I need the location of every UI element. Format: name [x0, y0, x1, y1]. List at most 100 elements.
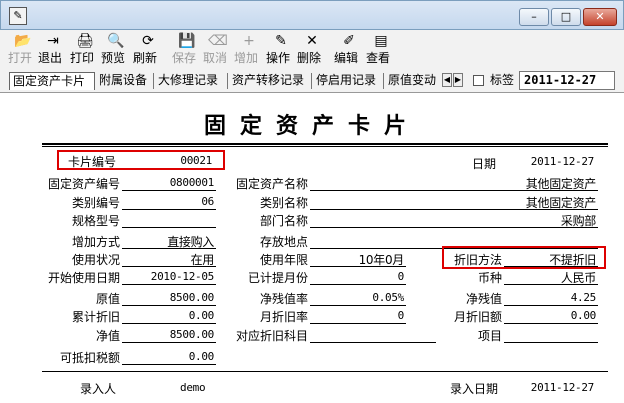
card-no-highlight	[57, 150, 225, 170]
preview-button[interactable]: 🔍 预览	[101, 32, 131, 68]
field-underline	[310, 284, 406, 285]
field-underline	[504, 284, 598, 285]
category-name-label: 类别名称	[259, 196, 308, 210]
tab-scroll-left-icon[interactable]: ◀	[442, 73, 452, 87]
cancel-icon: ⌫	[208, 33, 228, 49]
tag-label: 标签	[490, 73, 515, 87]
field-underline	[122, 209, 216, 210]
field-underline	[310, 266, 406, 267]
field-underline	[122, 266, 216, 267]
accum-depr-label: 累计折旧	[71, 310, 120, 324]
field-underline	[504, 342, 598, 343]
field-underline	[122, 248, 216, 249]
refresh-button[interactable]: ⟳ 刷新	[133, 32, 163, 68]
usage-status-label: 使用状况	[71, 253, 120, 267]
asset-name-label: 固定资产名称	[235, 177, 308, 191]
salvage-value-label: 净残值	[465, 292, 502, 306]
field-underline	[122, 342, 216, 343]
location-label: 存放地点	[259, 235, 308, 249]
print-button[interactable]: 🖨 打印	[70, 32, 100, 68]
net-value-label: 净值	[95, 329, 120, 343]
toolbar: 📂 打开 ⇥ 退出 🖨 打印 🔍 预览 ⟳ 刷新 💾 保存 ⌫ 取消 + 增加 ✎ 操作 ✕ 删除 …	[0, 30, 624, 70]
title-bar: ✎ – □ ✕	[0, 0, 624, 30]
tab-separator	[153, 73, 154, 89]
net-value-value: 8500.00	[169, 328, 215, 341]
field-underline	[122, 284, 216, 285]
start-date-label: 开始使用日期	[47, 271, 120, 285]
salvage-rate-value: 0.05%	[372, 291, 404, 304]
depr-account-label: 对应折旧科目	[235, 329, 308, 343]
monthly-depr-rate-value: 0	[397, 309, 405, 322]
accum-depr-value: 0.00	[188, 309, 215, 322]
asset-code-value: 0800001	[169, 176, 215, 189]
tag-checkbox[interactable]	[473, 75, 484, 86]
field-underline	[122, 190, 216, 191]
entry-date-value: 2011-12-27	[530, 381, 595, 394]
field-underline	[122, 305, 216, 306]
monthly-depr-label: 月折旧额	[453, 310, 502, 324]
field-underline	[504, 305, 598, 306]
date-label: 日期	[472, 157, 497, 171]
app-icon: ✎	[9, 7, 27, 25]
top-rule-thin	[42, 146, 608, 147]
tab-attached-equipment[interactable]: 附属设备	[96, 72, 151, 90]
view-button[interactable]: ▤ 查看	[366, 32, 396, 68]
tab-asset-card[interactable]: 固定资产卡片	[9, 72, 95, 90]
field-underline	[122, 227, 216, 228]
salvage-value-value: 4.25	[570, 291, 597, 304]
tab-stop-start[interactable]: 停启用记录	[313, 72, 383, 90]
cancel-button[interactable]: ⌫ 取消	[203, 32, 233, 68]
monthly-depr-rate-label: 月折旧率	[259, 310, 308, 324]
exit-icon: ⇥	[47, 33, 59, 49]
edit-button[interactable]: ✐ 编辑	[334, 32, 364, 68]
category-code-value: 06	[201, 195, 214, 208]
field-underline	[310, 342, 436, 343]
project-label: 项目	[477, 329, 502, 343]
edit-icon: ✐	[343, 33, 355, 49]
tab-overhaul[interactable]: 大修理记录	[155, 72, 225, 90]
exit-button[interactable]: ⇥ 退出	[38, 32, 68, 68]
preview-icon: 🔍	[107, 33, 125, 49]
salvage-rate-label: 净残值率	[259, 292, 308, 306]
start-date-value: 2010-12-05	[150, 270, 215, 283]
original-value-value: 8500.00	[169, 291, 215, 304]
field-underline	[310, 305, 406, 306]
monthly-depr-value: 0.00	[570, 309, 597, 322]
asset-code-label: 固定资产编号	[47, 177, 120, 191]
open-button[interactable]: 📂 打开	[8, 32, 38, 68]
bottom-rule	[42, 371, 608, 372]
months-depr-label: 已计提月份	[247, 271, 308, 285]
pencil-icon: ✎	[275, 33, 287, 49]
save-button[interactable]: 💾 保存	[172, 32, 202, 68]
save-icon: 💾	[178, 33, 196, 49]
delete-icon: ✕	[306, 33, 318, 49]
depr-method-highlight	[442, 246, 606, 269]
card-title: 固定资产卡片	[203, 113, 420, 139]
deductible-tax-label: 可抵扣税额	[59, 351, 120, 365]
maximize-button[interactable]: □	[551, 8, 581, 26]
tab-separator	[227, 73, 228, 89]
refresh-icon: ⟳	[142, 33, 154, 49]
date-value: 2011-12-27	[530, 155, 595, 168]
deductible-tax-value: 0.00	[188, 350, 215, 363]
tab-transfer[interactable]: 资产转移记录	[229, 72, 309, 90]
entry-date-label: 录入日期	[450, 382, 499, 396]
field-underline	[310, 227, 598, 228]
field-underline	[310, 323, 406, 324]
tab-separator	[383, 73, 384, 89]
close-button[interactable]: ✕	[583, 8, 617, 26]
tab-value-change[interactable]: 原值变动	[385, 72, 440, 90]
currency-label: 币种	[477, 271, 502, 285]
operate-button[interactable]: ✎ 操作	[266, 32, 296, 68]
category-code-label: 类别编号	[71, 196, 120, 210]
add-button[interactable]: + 增加	[234, 32, 264, 68]
tag-date-field[interactable]: 2011-12-27	[519, 71, 615, 90]
tab-scroll-right-icon[interactable]: ▶	[453, 73, 463, 87]
spec-model-label: 规格型号	[71, 214, 120, 228]
field-underline	[504, 323, 598, 324]
delete-button[interactable]: ✕ 删除	[297, 32, 327, 68]
minimize-button[interactable]: –	[519, 8, 549, 26]
useful-life-label: 使用年限	[259, 253, 308, 267]
add-method-label: 增加方式	[71, 235, 120, 249]
folder-icon: 📂	[14, 33, 32, 49]
